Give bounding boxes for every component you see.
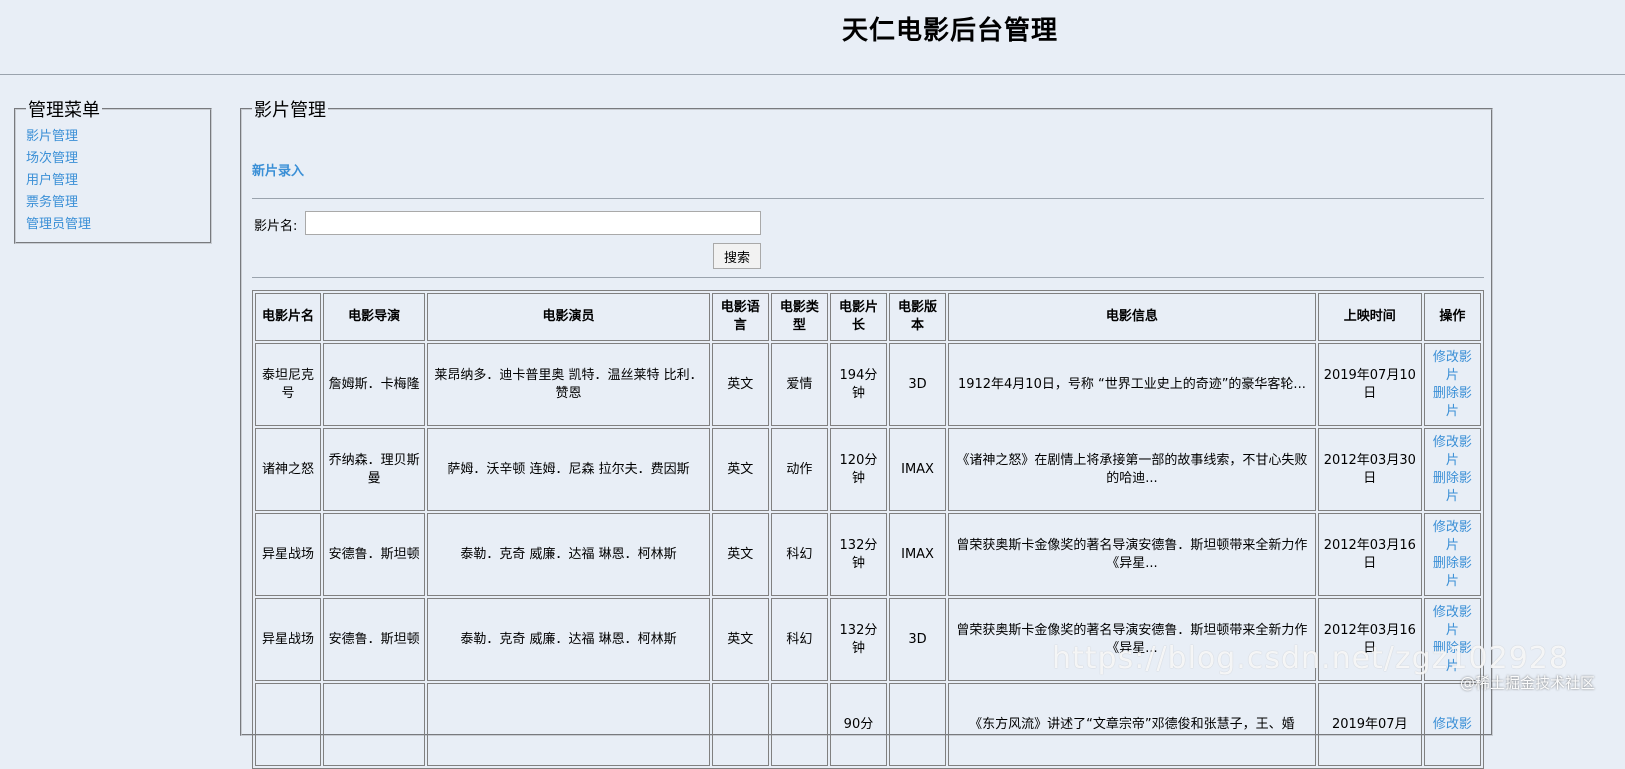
cell-language: 英文 — [711, 513, 769, 596]
delete-film-link[interactable]: 删除影片 — [1427, 470, 1478, 506]
cell-genre: 科幻 — [770, 598, 828, 681]
sidebar-link-ticket[interactable]: 票务管理 — [26, 195, 78, 210]
film-management-panel: 影片管理 新片录入 影片名: 搜索 电影片名 电影导演 电影演员 电影语言 电影… — [240, 96, 1493, 769]
cell-actions: 修改影片 删除影片 — [1423, 513, 1481, 596]
cell-genre: 爱情 — [770, 343, 828, 426]
cell-version: IMAX — [889, 428, 947, 511]
col-header: 电影片长 — [829, 293, 887, 341]
table-row: 90分 《东方风流》讲述了“文章宗帝”邓德俊和张慧子，王、婚 2019年07月 … — [255, 683, 1481, 766]
cell-version: IMAX — [889, 513, 947, 596]
film-table: 电影片名 电影导演 电影演员 电影语言 电影类型 电影片长 电影版本 电影信息 … — [252, 290, 1484, 769]
delete-film-link[interactable]: 删除影片 — [1427, 385, 1478, 421]
new-film-link[interactable]: 新片录入 — [252, 160, 304, 179]
col-header: 电影语言 — [711, 293, 769, 341]
cell-info: 曾荣获奥斯卡金像奖的著名导演安德鲁．斯坦顿带来全新力作《异星... — [948, 513, 1316, 596]
table-header-row: 电影片名 电影导演 电影演员 电影语言 电影类型 电影片长 电影版本 电影信息 … — [255, 293, 1481, 341]
cell-name: 诸神之怒 — [255, 428, 322, 511]
cell-version: 3D — [889, 598, 947, 681]
cell-duration: 194分钟 — [829, 343, 887, 426]
cell-language — [711, 683, 769, 766]
edit-film-link[interactable]: 修改影片 — [1427, 434, 1478, 470]
search-label: 影片名: — [254, 219, 298, 234]
cell-info: 《诸神之怒》在剧情上将承接第一部的故事线索，不甘心失败的哈迪... — [948, 428, 1316, 511]
col-header: 电影导演 — [323, 293, 426, 341]
film-name-search-input[interactable] — [305, 211, 761, 235]
cell-actors: 泰勒．克奇 威廉．达福 琳恩．柯林斯 — [427, 513, 710, 596]
col-header: 电影信息 — [948, 293, 1316, 341]
cell-duration: 132分钟 — [829, 598, 887, 681]
table-row: 泰坦尼克号 詹姆斯．卡梅隆 莱昂纳多．迪卡普里奥 凯特．温丝莱特 比利．赞恩 英… — [255, 343, 1481, 426]
table-row: 异星战场 安德鲁．斯坦顿 泰勒．克奇 威廉．达福 琳恩．柯林斯 英文 科幻 13… — [255, 513, 1481, 596]
cell-duration: 90分 — [829, 683, 887, 766]
watermark-url: https://blog.csdn.net/zgz102928 — [1052, 641, 1569, 676]
page-title: 天仁电影后台管理 — [841, 16, 1058, 46]
cell-duration: 132分钟 — [829, 513, 887, 596]
cell-actors: 莱昂纳多．迪卡普里奥 凯特．温丝莱特 比利．赞恩 — [427, 343, 710, 426]
cell-version: 3D — [889, 343, 947, 426]
sidebar-item-session: 场次管理 — [26, 146, 210, 168]
page-header: 天仁电影后台管理 — [0, 0, 1625, 75]
sidebar-link-admin[interactable]: 管理员管理 — [26, 217, 91, 232]
search-button[interactable]: 搜索 — [713, 243, 761, 269]
cell-actions: 修改影 — [1423, 683, 1481, 766]
cell-director — [323, 683, 426, 766]
cell-actions: 修改影片 删除影片 — [1423, 428, 1481, 511]
cell-actors — [427, 683, 710, 766]
panel-legend: 影片管理 — [254, 100, 326, 121]
divider — [252, 198, 1484, 199]
col-header: 电影版本 — [889, 293, 947, 341]
cell-info: 1912年4月10日，号称 “世界工业史上的奇迹”的豪华客轮... — [948, 343, 1316, 426]
delete-film-link[interactable]: 删除影片 — [1427, 555, 1478, 591]
cell-name — [255, 683, 322, 766]
col-header: 电影演员 — [427, 293, 710, 341]
cell-language: 英文 — [711, 598, 769, 681]
sidebar-item-admin: 管理员管理 — [26, 212, 210, 234]
edit-film-link[interactable]: 修改影片 — [1427, 519, 1478, 555]
col-header: 电影片名 — [255, 293, 322, 341]
cell-director: 安德鲁．斯坦顿 — [323, 598, 426, 681]
col-header: 操作 — [1423, 293, 1481, 341]
sidebar-legend: 管理菜单 — [28, 100, 100, 121]
cell-date: 2012年03月16日 — [1317, 513, 1422, 596]
sidebar-link-user[interactable]: 用户管理 — [26, 173, 78, 188]
cell-date: 2019年07月 — [1317, 683, 1422, 766]
cell-language: 英文 — [711, 428, 769, 511]
cell-version — [889, 683, 947, 766]
cell-director: 詹姆斯．卡梅隆 — [323, 343, 426, 426]
cell-genre: 科幻 — [770, 513, 828, 596]
film-table-wrap: 电影片名 电影导演 电影演员 电影语言 电影类型 电影片长 电影版本 电影信息 … — [252, 290, 1484, 769]
table-row: 诸神之怒 乔纳森．理贝斯曼 萨姆．沃辛顿 连姆．尼森 拉尔夫．费因斯 英文 动作… — [255, 428, 1481, 511]
cell-director: 安德鲁．斯坦顿 — [323, 513, 426, 596]
cell-genre: 动作 — [770, 428, 828, 511]
cell-name: 异星战场 — [255, 598, 322, 681]
cell-language: 英文 — [711, 343, 769, 426]
cell-date: 2012年03月30日 — [1317, 428, 1422, 511]
watermark-site: @稀土掘金技术社区 — [1460, 674, 1596, 692]
divider — [252, 277, 1484, 278]
sidebar-item-user: 用户管理 — [26, 168, 210, 190]
cell-duration: 120分钟 — [829, 428, 887, 511]
sidebar-link-session[interactable]: 场次管理 — [26, 151, 78, 166]
sidebar-item-film: 影片管理 — [26, 124, 210, 146]
cell-actions: 修改影片 删除影片 — [1423, 343, 1481, 426]
edit-film-link[interactable]: 修改影片 — [1427, 349, 1478, 385]
col-header: 电影类型 — [770, 293, 828, 341]
edit-film-link[interactable]: 修改影片 — [1427, 604, 1478, 640]
cell-date: 2019年07月10日 — [1317, 343, 1422, 426]
sidebar-link-film[interactable]: 影片管理 — [26, 129, 78, 144]
sidebar-item-ticket: 票务管理 — [26, 190, 210, 212]
cell-info: 《东方风流》讲述了“文章宗帝”邓德俊和张慧子，王、婚 — [948, 683, 1316, 766]
cell-genre — [770, 683, 828, 766]
sidebar-list: 影片管理 场次管理 用户管理 票务管理 管理员管理 — [16, 122, 210, 234]
sidebar-menu: 管理菜单 影片管理 场次管理 用户管理 票务管理 管理员管理 — [14, 96, 212, 244]
cell-director: 乔纳森．理贝斯曼 — [323, 428, 426, 511]
cell-name: 异星战场 — [255, 513, 322, 596]
edit-film-link[interactable]: 修改影 — [1427, 716, 1478, 734]
cell-actors: 泰勒．克奇 威廉．达福 琳恩．柯林斯 — [427, 598, 710, 681]
cell-actors: 萨姆．沃辛顿 连姆．尼森 拉尔夫．费因斯 — [427, 428, 710, 511]
col-header: 上映时间 — [1317, 293, 1422, 341]
cell-name: 泰坦尼克号 — [255, 343, 322, 426]
